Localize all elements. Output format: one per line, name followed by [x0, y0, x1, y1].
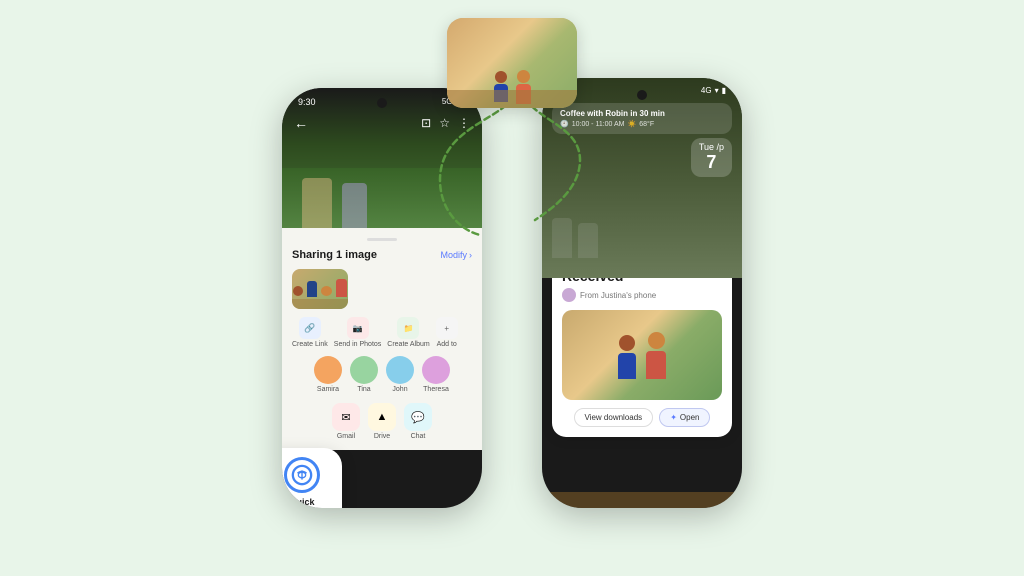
camera-hole-right: [637, 90, 647, 100]
share-header: Sharing 1 image Modify ›: [292, 249, 472, 261]
share-preview: [292, 269, 348, 309]
received-from: From Justina's phone: [562, 288, 722, 302]
quick-share-icon: [284, 457, 320, 493]
clock-icon: 🕙: [560, 120, 569, 128]
right-wifi-icon: ▾: [715, 86, 719, 95]
modify-button[interactable]: Modify ›: [440, 250, 472, 260]
share-sheet: Sharing 1 image Modify ›: [282, 228, 482, 450]
add-to-action[interactable]: + Add to: [436, 317, 458, 348]
main-scene: 9:30 5G ▾ ▮ ← ⊡ ☆ ⋮: [0, 0, 1024, 576]
camera-hole-left: [377, 98, 387, 108]
sender-avatar: [562, 288, 576, 302]
contact-samira[interactable]: Samira: [314, 356, 342, 393]
contact-john[interactable]: John: [386, 356, 414, 393]
contacts-row: Samira Tina John Theresa: [292, 356, 472, 393]
right-battery-icon: ▮: [722, 86, 726, 95]
right-signal: 4G: [701, 86, 712, 95]
gmail-app[interactable]: ✉ Gmail: [332, 403, 360, 440]
weather-emoji: ☀️: [628, 120, 637, 128]
share-title: Sharing 1 image: [292, 249, 377, 261]
open-icon: ✦: [670, 413, 677, 422]
sender-name: From Justina's phone: [580, 291, 656, 300]
date-badge: Tue /p 7: [691, 138, 732, 177]
received-action-buttons: View downloads ✦ Open: [562, 408, 722, 427]
back-button[interactable]: ←: [294, 115, 308, 131]
right-phone: 4G ▾ ▮ Coffee with Robin in 30 min 🕙 10:…: [542, 78, 742, 508]
received-image: [562, 310, 722, 400]
quick-share-label: QuickShare: [289, 497, 314, 508]
left-time: 9:30: [298, 97, 316, 107]
left-phone: 9:30 5G ▾ ▮ ← ⊡ ☆ ⋮: [282, 88, 482, 508]
contact-tina[interactable]: Tina: [350, 356, 378, 393]
apps-row: ✉ Gmail ▲ Drive 💬 Chat: [292, 403, 472, 440]
cast-icon[interactable]: ⊡: [421, 116, 431, 130]
chevron-right-icon: ›: [469, 250, 472, 260]
share-actions-row: 🔗 Create Link 📷 Send in Photos 📁 Create …: [292, 317, 472, 348]
calendar-event-title: Coffee with Robin in 30 min: [560, 109, 724, 118]
contact-theresa[interactable]: Theresa: [422, 356, 450, 393]
more-icon[interactable]: ⋮: [458, 116, 470, 130]
nav-icons: ⊡ ☆ ⋮: [421, 116, 470, 130]
open-button[interactable]: ✦ Open: [659, 408, 710, 427]
view-downloads-button[interactable]: View downloads: [574, 408, 654, 427]
create-album-action[interactable]: 📁 Create Album: [387, 317, 429, 348]
create-link-action[interactable]: 🔗 Create Link: [292, 317, 328, 348]
chat-app[interactable]: 💬 Chat: [404, 403, 432, 440]
calendar-notification[interactable]: Coffee with Robin in 30 min 🕙 10:00 - 11…: [552, 103, 732, 134]
nav-bar: ← ⊡ ☆ ⋮: [282, 111, 482, 135]
star-icon[interactable]: ☆: [439, 116, 450, 130]
quick-share-button[interactable]: QuickShare: [282, 448, 342, 508]
calendar-event-time: 🕙 10:00 - 11:00 AM ☀️ 68°F: [560, 120, 724, 128]
drive-app[interactable]: ▲ Drive: [368, 403, 396, 440]
floating-image: [447, 18, 577, 108]
send-photos-action[interactable]: 📷 Send in Photos: [334, 317, 381, 348]
received-card: Received From Justina's phone: [552, 258, 732, 437]
